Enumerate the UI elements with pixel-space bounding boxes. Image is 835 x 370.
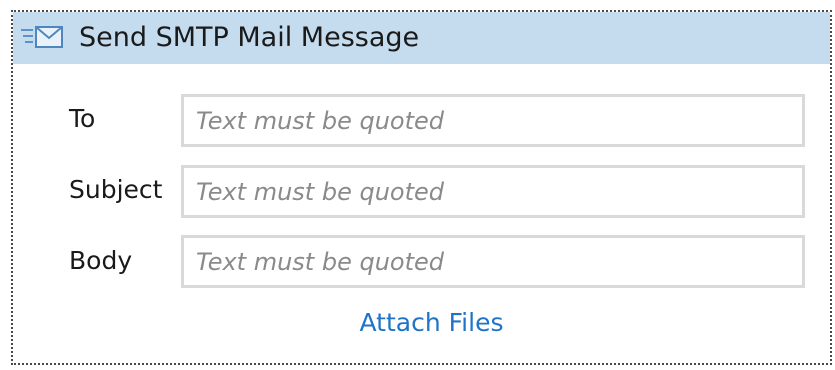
activity-header[interactable]: Send SMTP Mail Message xyxy=(13,12,830,64)
body-label: Body xyxy=(69,246,133,275)
attach-files-link[interactable]: Attach Files xyxy=(13,308,830,337)
envelope-icon xyxy=(19,24,67,52)
subject-label: Subject xyxy=(69,175,163,204)
to-label: To xyxy=(69,104,96,133)
subject-input[interactable] xyxy=(181,165,805,218)
smtp-activity-card[interactable]: Send SMTP Mail Message To Subject Body A… xyxy=(11,10,832,365)
to-input[interactable] xyxy=(181,94,805,147)
body-input[interactable] xyxy=(181,235,805,288)
activity-title: Send SMTP Mail Message xyxy=(79,22,420,53)
